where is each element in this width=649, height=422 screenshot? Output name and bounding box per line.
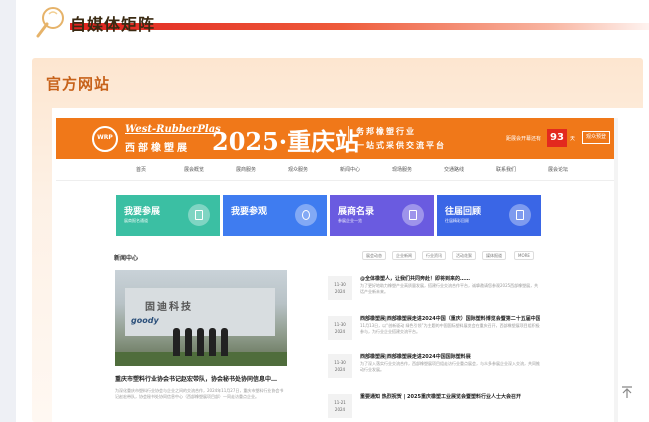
company-sign: 固迪科技 [145,302,193,313]
nav-item-overview[interactable]: 展会概览 [184,166,204,173]
nav-item-forum[interactable]: 展会论坛 [548,166,568,173]
nav-item-exhibitor[interactable]: 展商服务 [236,166,256,173]
news-date: 11-30 2024 [328,316,352,340]
tile-sub: 参展企业一览 [338,218,362,223]
nav-item-home[interactable]: 首页 [136,166,146,173]
news-date: 11-30 2024 [328,354,352,378]
back-to-top-icon[interactable] [620,385,634,399]
lightbulb-icon [36,7,64,38]
nav-item-contact[interactable]: 联系我们 [496,166,516,173]
news-tab[interactable]: 媒体报道 [482,251,506,260]
news-item[interactable]: 11-30 2024 西部橡塑展|西部橡塑展走进2024中国国际塑料展 为了深入落… [328,352,540,388]
scrollbar[interactable] [614,118,618,422]
tile-sub: 展商报名通道 [124,218,148,223]
news-tab[interactable]: 行业资讯 [422,251,446,260]
quick-tiles: 我要参展 展商报名通道 我要参观 展商名录 参展企业一览 往届回顾 往届精彩回顾 [116,195,544,236]
logo-icon: WRP [92,126,118,152]
banner-headline: 2025·重庆站 [212,127,360,156]
news-tab[interactable]: 企业新闻 [392,251,416,260]
news-tab[interactable]: 展会动态 [362,251,386,260]
list-icon [402,204,424,226]
nav-item-onsite[interactable]: 现场服务 [392,166,412,173]
person [197,328,204,356]
tile-title: 展商名录 [338,207,375,217]
person [185,328,192,356]
featured-news-photo[interactable]: 固迪科技 goody [115,270,287,366]
news-desc: 为了深入落实行业交流合作，西部橡塑展项目组走访行业重点展会，与众多参展企业深入交… [360,361,540,372]
site-nav: 首页 展会概览 展商服务 观众服务 新闻中心 现场服务 交通路线 联系我们 展会… [56,159,618,181]
news-item[interactable]: 11-30 2024 @全体橡塑人，让我们共同奔赴！即将到来的…… 为了更好地助力… [328,274,540,310]
banner-slogan-2: 一站式采供交流平台 [356,141,446,150]
tile-title: 往届回顾 [445,207,482,217]
page: 自媒体矩阵 官方网站 WRP West-RubberPlas 西部橡塑展 202… [0,0,649,422]
news-date: 11-30 2024 [328,276,352,300]
tile-directory[interactable]: 展商名录 参展企业一览 [330,195,434,236]
featured-news-desc: 为深化重庆市塑料行业协会与企业之间的交流合作，2024年11月27日，重庆市塑料… [115,388,284,399]
website-preview[interactable]: WRP West-RubberPlas 西部橡塑展 2025·重庆站 务邦橡塑行… [52,108,643,422]
card-title: 官方网站 [46,75,111,93]
section-title: 自媒体矩阵 [70,15,156,34]
person [209,328,216,356]
tile-exhibit[interactable]: 我要参展 展商报名通道 [116,195,220,236]
countdown-label: 距展会开幕还有 [506,136,542,142]
news-item[interactable]: 11-21 2024 重要通知 热烈祝贺 | 2025重庆橡塑工业展览会暨塑料行业… [328,392,540,422]
news-desc: 为了更好地助力橡塑产业高质量发展，搭建行业交流合作平台，诚挚邀请您参观2025西… [360,283,539,294]
brand-name-cn: 西部橡塑展 [125,143,190,154]
news-tab[interactable]: 活动花絮 [452,251,476,260]
news-title: 西部橡塑展|西部橡塑展走进2024中国（重庆）国际塑料博览会暨第二十五届中国塑料 [360,316,540,322]
left-sidebar-strip [0,0,16,422]
tile-review[interactable]: 往届回顾 往届精彩回顾 [437,195,541,236]
visitor-register-button[interactable]: 观众预登 [582,131,610,144]
news-title: 重要通知 热烈祝贺 | 2025重庆橡塑工业展览会暨塑料行业人士大会召开 [360,394,521,400]
document-icon [188,204,210,226]
news-title: @全体橡塑人，让我们共同奔赴！即将到来的…… [360,276,471,282]
tile-title: 我要参展 [124,207,161,217]
home-icon [509,204,531,226]
news-title: 西部橡塑展|西部橡塑展走进2024中国国际塑料展 [360,354,471,360]
user-icon [295,204,317,226]
section-header: 自媒体矩阵 [26,0,649,50]
news-heading: 新闻中心 [114,255,139,262]
countdown-value: 93 [547,129,567,147]
brand-name-en: West-RubberPlas [125,124,221,135]
countdown-unit: 天 [570,136,576,142]
news-item[interactable]: 11-30 2024 西部橡塑展|西部橡塑展走进2024中国（重庆）国际塑料博览会… [328,314,540,350]
news-desc: 11月13日，以“创新驱动 绿色引领”为主题的中国国际塑料展览会在重庆召开，西部… [360,323,540,334]
official-site-card: 官方网站 WRP West-RubberPlas 西部橡塑展 2025·重庆站 … [32,58,643,422]
banner-slogan-1: 务邦橡塑行业 [356,127,416,136]
section-title-underline [70,23,649,30]
company-sign-en: goody [131,316,159,325]
banner-divider [348,126,349,151]
tile-sub: 往届精彩回顾 [445,218,469,223]
nav-item-traffic[interactable]: 交通路线 [444,166,464,173]
nav-item-visitor[interactable]: 观众服务 [288,166,308,173]
news-desc [360,401,540,419]
news-tab-more[interactable]: MORE [514,251,534,260]
site-banner: WRP West-RubberPlas 西部橡塑展 2025·重庆站 务邦橡塑行… [56,118,618,159]
tile-title: 我要参观 [231,207,268,217]
featured-news-title[interactable]: 重庆市塑料行业协会书记赵宏带队，协会秘书处协同信息中… [115,374,287,383]
person [173,328,180,356]
news-date: 11-21 2024 [328,394,352,418]
tile-visit[interactable]: 我要参观 [223,195,327,236]
person [221,328,228,356]
nav-item-news[interactable]: 新闻中心 [340,166,360,173]
